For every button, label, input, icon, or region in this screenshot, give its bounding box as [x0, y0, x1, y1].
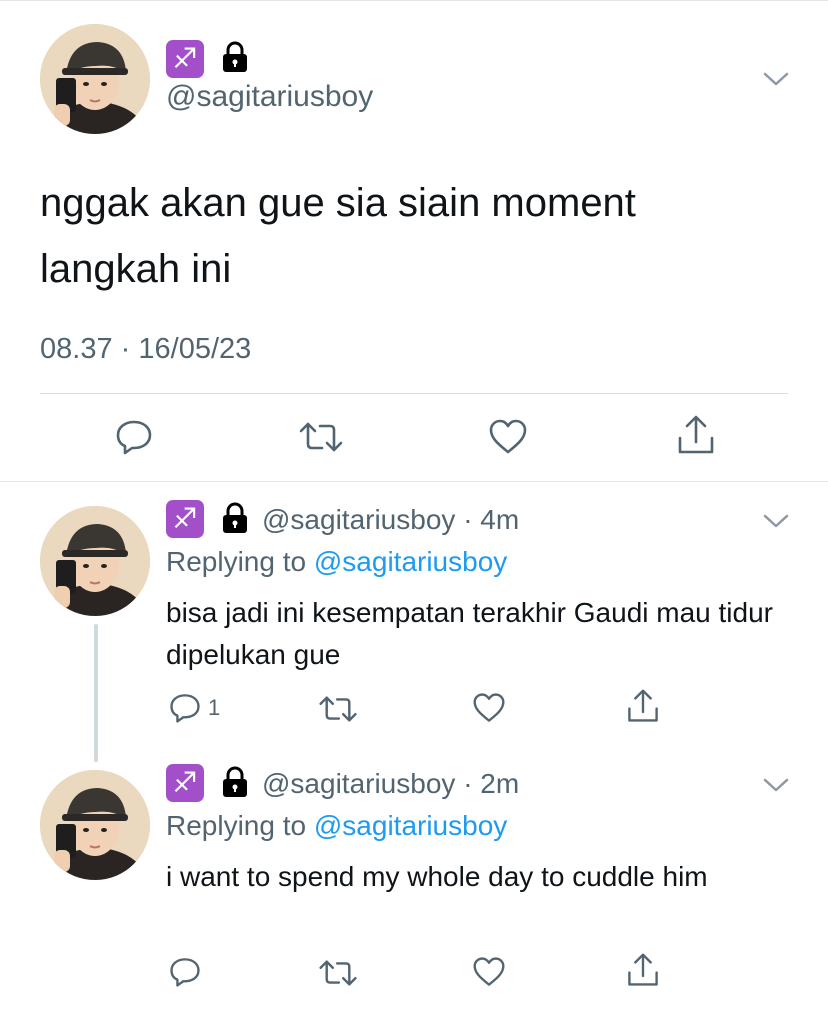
reply-time[interactable]: 2m	[480, 768, 519, 799]
retweet-button[interactable]	[318, 958, 358, 988]
reply-handle[interactable]: @sagitariusboy	[262, 768, 455, 799]
replying-to-label: Replying to	[166, 546, 307, 577]
retweet-button[interactable]	[298, 420, 344, 454]
lock-icon	[223, 766, 247, 797]
avatar[interactable]	[40, 770, 150, 880]
share-icon	[628, 689, 658, 722]
share-icon	[628, 953, 658, 986]
reply-button[interactable]	[168, 956, 202, 988]
heart-icon	[489, 419, 527, 454]
tweet-text: nggak akan gue sia siain moment langkah …	[40, 181, 636, 291]
tweet-divider	[40, 393, 788, 394]
tweet-date[interactable]: 16/05/23	[138, 333, 251, 365]
sagittarius-badge: ♐	[166, 764, 204, 802]
reply-text: i want to spend my whole day to cuddle h…	[166, 861, 708, 892]
reply-header: @sagitariusboy · 4m	[262, 504, 519, 536]
chevron-down-icon[interactable]	[762, 512, 790, 530]
like-button[interactable]	[488, 418, 528, 456]
avatar[interactable]	[40, 506, 150, 616]
reply-icon	[170, 694, 200, 723]
tweet-handle[interactable]: @sagitariusboy	[166, 80, 373, 114]
reply-time[interactable]: 4m	[480, 504, 519, 535]
reply-header: @sagitariusboy · 2m	[262, 768, 519, 800]
heart-icon	[473, 957, 505, 986]
tweet-timestamp: 08.37 · 16/05/23	[40, 333, 251, 366]
retweet-icon	[299, 422, 343, 452]
top-divider	[0, 0, 828, 1]
retweet-icon	[319, 696, 357, 722]
reply-count: 1	[208, 695, 221, 720]
share-button[interactable]	[676, 414, 716, 456]
meta-separator: ·	[463, 768, 473, 799]
avatar[interactable]	[40, 24, 150, 134]
lock-icon	[223, 502, 247, 533]
lock-icon	[223, 41, 247, 72]
section-divider	[0, 481, 828, 482]
sagittarius-badge: ♐	[166, 500, 204, 538]
reply-button[interactable]	[114, 418, 154, 456]
reply-icon	[116, 420, 152, 455]
reply-button[interactable]: 1	[168, 692, 220, 724]
chevron-down-icon[interactable]	[762, 70, 790, 88]
meta-separator: ·	[120, 333, 131, 365]
retweet-icon	[319, 960, 357, 986]
share-button[interactable]	[626, 952, 660, 988]
tweet-time: 08.37	[40, 333, 113, 365]
sagittarius-badge: ♐	[166, 40, 204, 78]
replying-to-link[interactable]: @sagitariusboy	[314, 546, 507, 577]
thread-line	[94, 624, 98, 762]
replying-to: Replying to @sagitariusboy	[166, 810, 507, 842]
meta-separator: ·	[463, 504, 473, 535]
share-icon	[678, 415, 714, 454]
reply-handle[interactable]: @sagitariusboy	[262, 504, 455, 535]
retweet-button[interactable]	[318, 694, 358, 724]
like-button[interactable]	[472, 692, 506, 724]
reply-text: bisa jadi ini kesempatan terakhir Gaudi …	[166, 597, 773, 670]
chevron-down-icon[interactable]	[762, 776, 790, 794]
reply-icon	[170, 958, 200, 987]
replying-to: Replying to @sagitariusboy	[166, 546, 507, 578]
like-button[interactable]	[472, 956, 506, 988]
share-button[interactable]	[626, 688, 660, 724]
replying-to-label: Replying to	[166, 810, 307, 841]
replying-to-link[interactable]: @sagitariusboy	[314, 810, 507, 841]
heart-icon	[473, 693, 505, 722]
